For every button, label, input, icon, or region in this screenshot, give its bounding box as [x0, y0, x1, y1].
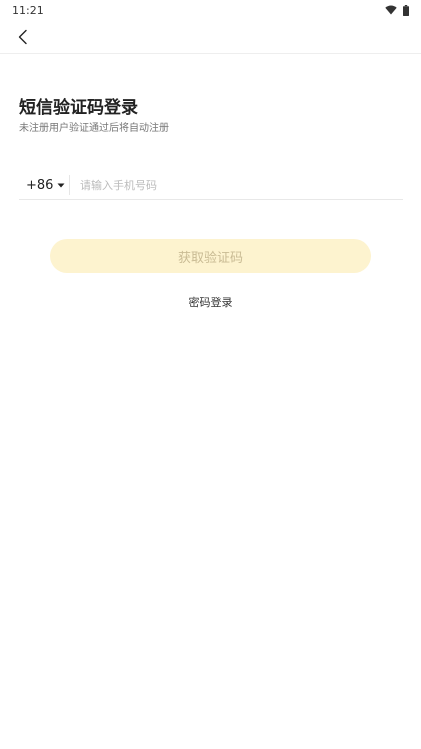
status-time: 11:21 [12, 3, 44, 17]
back-button[interactable] [10, 24, 36, 50]
page-title: 短信验证码登录 [19, 98, 138, 118]
phone-number-input[interactable] [80, 171, 403, 199]
page-subtitle: 未注册用户验证通过后将自动注册 [19, 123, 169, 134]
chevron-left-icon [18, 29, 27, 45]
status-icons [385, 4, 409, 16]
country-code-selector[interactable]: +86 [19, 171, 69, 199]
caret-down-icon [57, 183, 65, 187]
phone-row: +86 [19, 171, 403, 200]
battery-icon [403, 4, 409, 16]
password-login-link[interactable]: 密码登录 [0, 294, 421, 310]
get-code-button[interactable]: 获取验证码 [50, 239, 371, 273]
country-divider [69, 175, 70, 195]
nav-bar [0, 20, 421, 54]
country-code-label: +86 [26, 177, 54, 193]
wifi-icon [385, 5, 397, 15]
status-bar: 11:21 [0, 0, 421, 20]
